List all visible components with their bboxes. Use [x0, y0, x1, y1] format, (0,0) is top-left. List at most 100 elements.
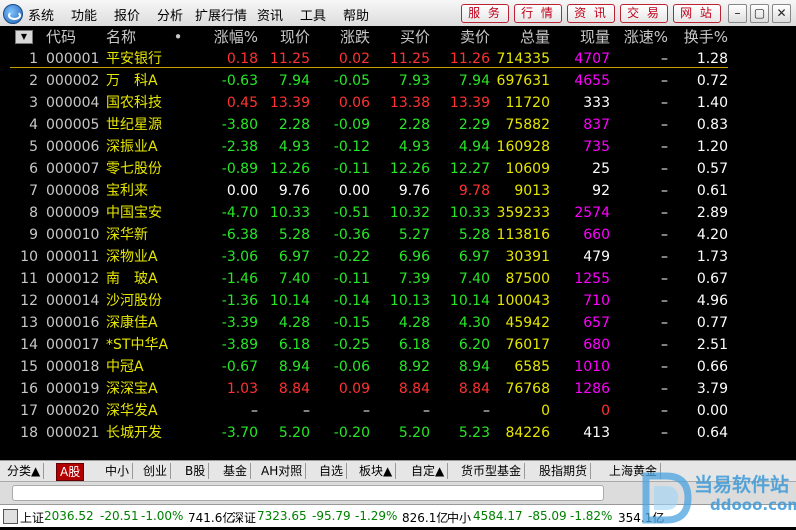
- total-volume: 76017: [505, 337, 550, 353]
- col-turnover-header[interactable]: 换手%: [668, 26, 728, 48]
- table-row[interactable]: 8 000009 中国宝安 -4.70 10.33 -0.51 10.32 10.33 3592…: [0, 202, 796, 224]
- row-index: 18: [20, 425, 38, 441]
- tab-8[interactable]: 板块▲: [356, 463, 397, 479]
- turnover: 0.64: [696, 425, 728, 441]
- tab-0[interactable]: 分类▲: [4, 463, 45, 479]
- selected-row-underline: [10, 67, 728, 68]
- change-pct: -4.70: [221, 205, 258, 221]
- menu-extended-quote[interactable]: 扩展行情: [195, 5, 247, 24]
- stock-code: 000004: [46, 95, 100, 111]
- change-pct: -6.38: [221, 227, 258, 243]
- maximize-button[interactable]: ▢: [750, 4, 769, 23]
- news-button[interactable]: 资 讯: [567, 4, 615, 23]
- col-change-pct-header[interactable]: 涨幅%: [192, 26, 258, 48]
- website-button[interactable]: 网 站: [673, 4, 721, 23]
- tab-3[interactable]: 创业: [140, 463, 172, 479]
- stock-code: 000006: [46, 139, 100, 155]
- tab-1[interactable]: A股: [56, 463, 85, 481]
- trade-button[interactable]: 交 易: [620, 4, 668, 23]
- menu-info[interactable]: 资讯: [257, 5, 283, 24]
- col-name-header[interactable]: 名称: [106, 26, 166, 48]
- table-row[interactable]: 14 000017 *ST中华A -3.89 6.18 -0.25 6.18 6.20 7601…: [0, 334, 796, 356]
- close-button[interactable]: ✕: [772, 4, 791, 23]
- menu-function[interactable]: 功能: [71, 5, 97, 24]
- current-volume: 0: [601, 403, 610, 419]
- col-flag-header[interactable]: •: [170, 26, 186, 48]
- tab-7[interactable]: 自选: [316, 463, 348, 479]
- tab-9[interactable]: 自定▲: [408, 463, 449, 479]
- table-row[interactable]: 6 000007 零七股份 -0.89 12.26 -0.11 12.26 12.27 1060…: [0, 158, 796, 180]
- last-price: 5.20: [278, 425, 310, 441]
- turnover: 0.83: [696, 117, 728, 133]
- tab-11[interactable]: 股指期货: [536, 463, 592, 479]
- col-code-header[interactable]: 代码: [46, 26, 106, 48]
- change-pct: -2.38: [221, 139, 258, 155]
- table-row[interactable]: 11 000012 南 玻A -1.46 7.40 -0.11 7.39 7.40 87500 1…: [0, 268, 796, 290]
- menu-analysis[interactable]: 分析: [157, 5, 183, 24]
- service-button[interactable]: 服 务: [461, 4, 509, 23]
- ask-price: 13.39: [449, 95, 490, 111]
- tab-10[interactable]: 货币型基金: [458, 463, 526, 479]
- bid-price: 10.32: [389, 205, 430, 221]
- col-change-header[interactable]: 涨跌: [310, 26, 370, 48]
- menu-help[interactable]: 帮助: [343, 5, 369, 24]
- bid-price: 9.76: [398, 183, 430, 199]
- table-row[interactable]: 17 000020 深华发A – – – – – 0 0 – 0.00: [0, 400, 796, 422]
- table-row[interactable]: 4 000005 世纪星源 -3.80 2.28 -0.09 2.28 2.29 75882 83…: [0, 114, 796, 136]
- turnover: 1.20: [696, 139, 728, 155]
- horizontal-scrollbar[interactable]: [0, 481, 796, 504]
- stock-name: 长城开发: [106, 425, 162, 441]
- last-price: 10.14: [269, 293, 310, 309]
- ask-price: 4.94: [458, 139, 490, 155]
- col-volume-header[interactable]: 总量: [490, 26, 550, 48]
- change-pct: -3.70: [221, 425, 258, 441]
- turnover: 2.89: [696, 205, 728, 221]
- col-speed-header[interactable]: 涨速%: [610, 26, 668, 48]
- table-row[interactable]: 3 000004 国农科技 0.45 13.39 0.06 13.38 13.39 11720 3…: [0, 92, 796, 114]
- app-logo-icon[interactable]: [3, 4, 23, 24]
- tab-2[interactable]: 中小: [102, 463, 134, 479]
- menu-tools[interactable]: 工具: [300, 5, 326, 24]
- table-row[interactable]: 10 000011 深物业A -3.06 6.97 -0.22 6.96 6.97 30391 4…: [0, 246, 796, 268]
- col-curvol-header[interactable]: 现量: [550, 26, 610, 48]
- total-volume: 84226: [505, 425, 550, 441]
- turnover: 0.61: [696, 183, 728, 199]
- ask-price: 5.23: [458, 425, 490, 441]
- table-row[interactable]: 2 000002 万 科A -0.63 7.94 -0.05 7.93 7.94 697631 4…: [0, 70, 796, 92]
- tab-12[interactable]: 上海黄金: [606, 463, 662, 479]
- row-index: 7: [29, 183, 38, 199]
- table-row[interactable]: 16 000019 深深宝A 1.03 8.84 0.09 8.84 8.84 76768 128…: [0, 378, 796, 400]
- col-price-header[interactable]: 现价: [258, 26, 310, 48]
- scrollbar-thumb[interactable]: [12, 485, 604, 501]
- table-row[interactable]: 13 000016 深康佳A -3.39 4.28 -0.15 4.28 4.30 45942 6…: [0, 312, 796, 334]
- table-row[interactable]: 15 000018 中冠A -0.67 8.94 -0.06 8.92 8.94 6585 101…: [0, 356, 796, 378]
- stock-code: 000014: [46, 293, 100, 309]
- table-row[interactable]: 5 000006 深振业A -2.38 4.93 -0.12 4.93 4.94 160928 7…: [0, 136, 796, 158]
- table-row[interactable]: 12 000014 沙河股份 -1.36 10.14 -0.14 10.13 10.14 100…: [0, 290, 796, 312]
- stock-name: 深华新: [106, 227, 148, 243]
- total-volume: 87500: [505, 271, 550, 287]
- zx-index-amount: 354.1亿: [618, 511, 665, 525]
- tab-4[interactable]: B股: [182, 463, 210, 479]
- stock-code: 000017: [46, 337, 100, 353]
- tab-6[interactable]: AH对照: [258, 463, 307, 479]
- sz-index-amount: 826.1亿: [402, 511, 449, 525]
- change-speed: –: [661, 139, 668, 155]
- menu-system[interactable]: 系统: [28, 5, 54, 24]
- table-row[interactable]: 9 000010 深华新 -6.38 5.28 -0.36 5.27 5.28 113816 66…: [0, 224, 796, 246]
- sort-menu-icon[interactable]: ▼: [15, 30, 33, 44]
- total-volume: 6585: [514, 359, 550, 375]
- minimize-button[interactable]: –: [728, 4, 747, 23]
- tab-5[interactable]: 基金: [220, 463, 252, 479]
- col-ask-header[interactable]: 卖价: [430, 26, 490, 48]
- zx-index-change: -85.09: [528, 509, 567, 523]
- change-pct: -0.63: [221, 73, 258, 89]
- quote-button[interactable]: 行 情: [514, 4, 562, 23]
- table-row[interactable]: 7 000008 宝利来 0.00 9.76 0.00 9.76 9.78 9013 92 – 0.6…: [0, 180, 796, 202]
- menu-quote[interactable]: 报价: [114, 5, 140, 24]
- turnover: 0.57: [696, 161, 728, 177]
- table-row[interactable]: 18 000021 长城开发 -3.70 5.20 -0.20 5.20 5.23 84226 4…: [0, 422, 796, 444]
- col-bid-header[interactable]: 买价: [370, 26, 430, 48]
- current-volume: 710: [583, 293, 610, 309]
- change: -0.11: [333, 161, 370, 177]
